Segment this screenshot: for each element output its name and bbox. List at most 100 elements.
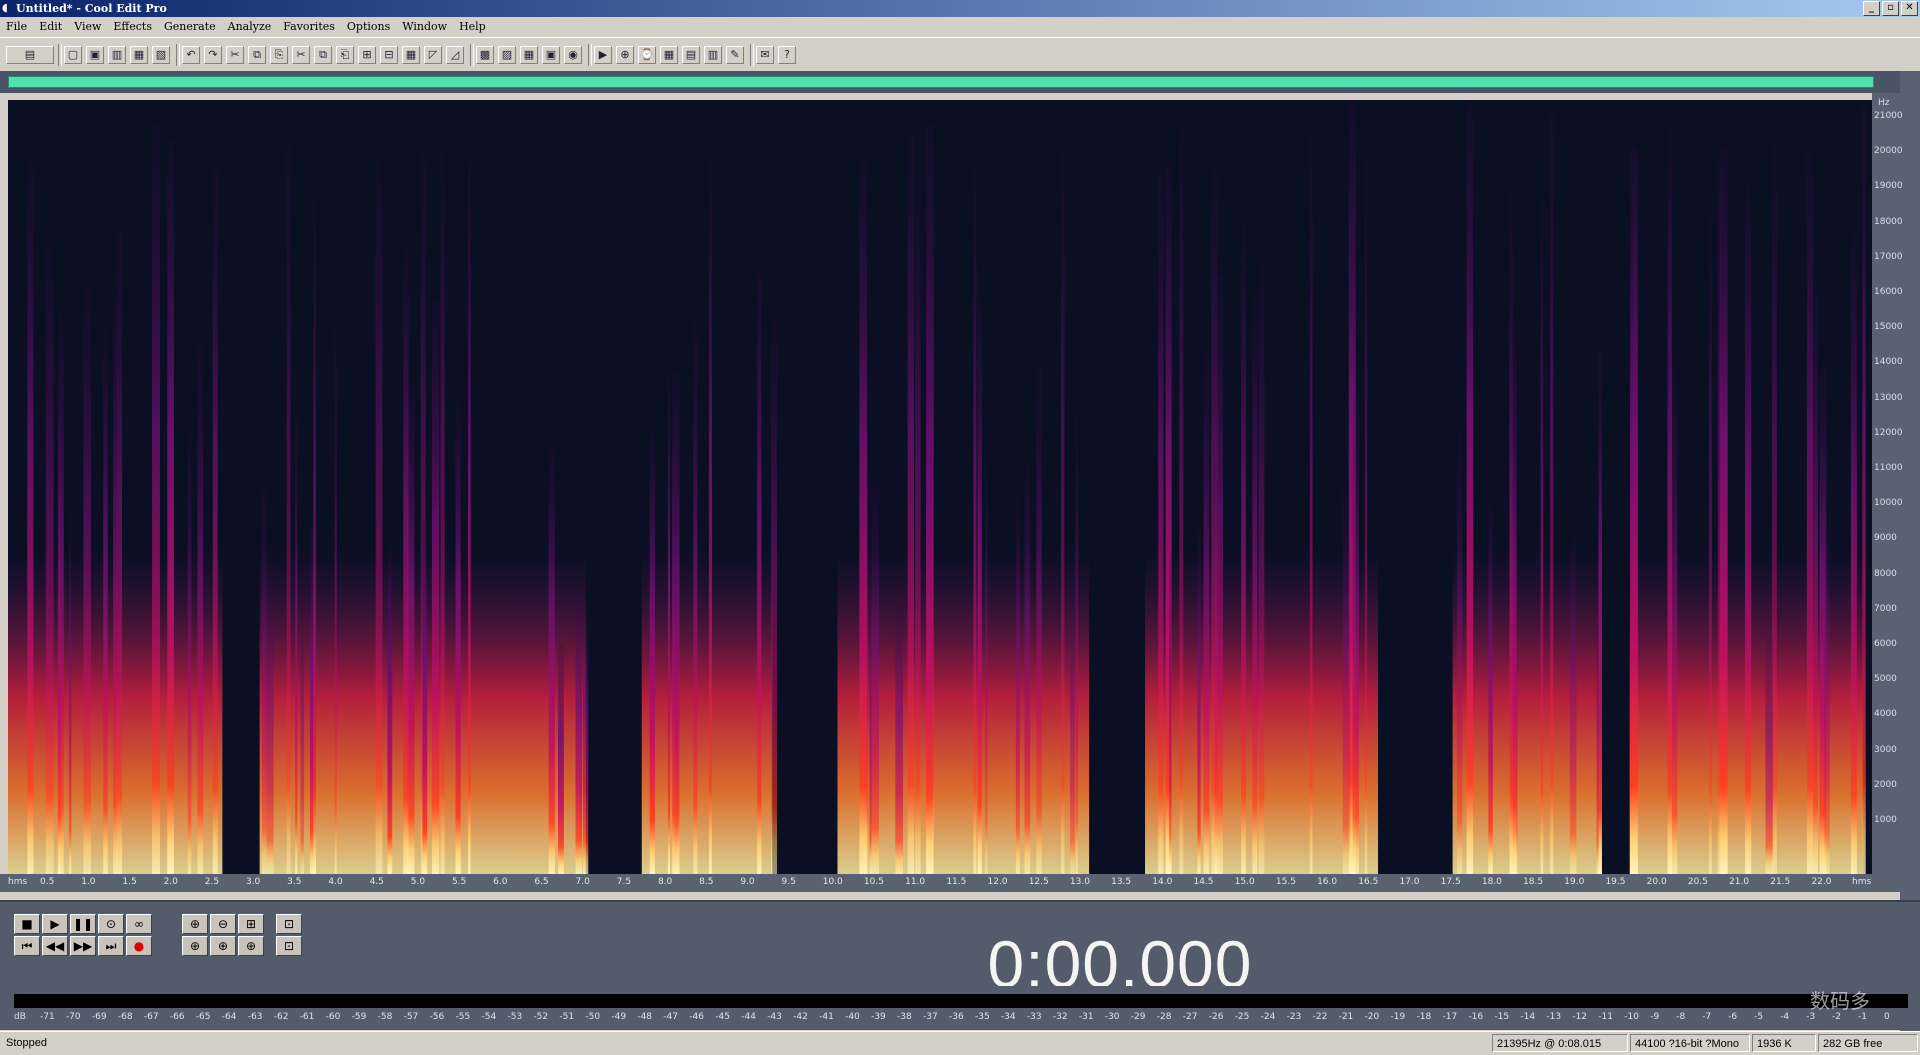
menu-help[interactable]: Help [453,17,492,36]
spectral-burst [27,161,34,874]
cut-icon[interactable]: ✂ [292,46,310,64]
menu-file[interactable]: File [0,17,33,36]
spectrogram[interactable] [8,100,1872,874]
db-tick-label: -63 [247,1012,263,1022]
transport-panel: ■ ▶ ❚❚ ⊙ ∞ ⏮ ◀◀ ▶▶ ⏭ ● ⊕ ⊖ ⊞ ⊡ ⊕ ⊕ ⊕ ⊡ 0… [0,900,1920,1001]
time-tick-label: 15.5 [1275,877,1296,887]
paste-icon[interactable]: ⎗ [336,46,354,64]
freq-unit: Hz [1878,98,1890,108]
db-tick-label: -42 [793,1012,808,1022]
zoom-selection-icon[interactable]: ⊕ [238,936,264,956]
close-icon[interactable]: ▧ [152,46,170,64]
spectrum-icon[interactable]: ▤ [682,46,700,64]
fade-icon[interactable]: ◿ [446,46,464,64]
time-tick-label: 16.5 [1358,877,1379,887]
menu-options[interactable]: Options [341,17,396,36]
grid-icon[interactable]: ▦ [660,46,678,64]
cd-icon[interactable]: ◉ [564,46,582,64]
time-tick-label: 17.0 [1399,877,1420,887]
menu-generate[interactable]: Generate [158,17,222,36]
save-icon[interactable]: ▥ [108,46,126,64]
db-tick-label: -60 [325,1012,341,1022]
freq-tick-label: 12000 [1874,427,1903,438]
rewind-button[interactable]: ◀◀ [42,936,68,956]
zoom-icon[interactable]: ⊕ [616,46,634,64]
spectral-burst [1036,360,1042,874]
menu-edit[interactable]: Edit [33,17,68,36]
menu-view[interactable]: View [68,17,107,36]
trim-icon[interactable]: ⊟ [380,46,398,64]
maximize-button[interactable]: ▫ [1882,1,1899,16]
spectral-burst [693,321,698,874]
zero-icon[interactable]: ▦ [402,46,420,64]
freq-tick-label: 15000 [1874,322,1903,333]
zoom-full-icon[interactable]: ⊞ [238,914,264,934]
close-button[interactable]: ✕ [1901,1,1918,16]
spectral-burst [1197,527,1201,874]
db-tick-label: -45 [715,1012,730,1022]
go-start-button[interactable]: ⏮ [14,936,40,956]
minimize-button[interactable]: _ [1863,1,1880,16]
db-tick-label: -8 [1676,1012,1686,1022]
menu-favorites[interactable]: Favorites [277,17,341,36]
spectral-view[interactable] [8,100,1872,874]
db-tick-label: -69 [91,1012,107,1022]
zoom-left-icon[interactable]: ⊕ [182,936,208,956]
menu-bar: File Edit View Effects Generate Analyze … [0,17,1920,36]
menu-window[interactable]: Window [396,17,453,36]
undo-icon[interactable]: ↶ [182,46,200,64]
db-tick-label: -36 [949,1012,964,1022]
waveform-view-icon[interactable]: ▤ [6,46,54,64]
play-button[interactable]: ▶ [42,914,68,934]
record-button[interactable]: ● [126,936,152,956]
time-tick-label: 14.0 [1152,877,1173,887]
tools-icon[interactable]: ✎ [726,46,744,64]
help-icon[interactable]: ? [778,46,796,64]
freq-tick-label: 8000 [1874,568,1897,579]
zoom-in-icon[interactable]: ⊕ [182,914,208,934]
waveform-overview[interactable] [8,76,1874,88]
mix-paste-icon[interactable]: ⊞ [358,46,376,64]
time-icon[interactable]: ⌚ [638,46,656,64]
stop-button[interactable]: ■ [14,914,40,934]
spectral-burst [116,231,123,874]
db-tick-label: -5 [1754,1012,1764,1022]
db-tick-label: -67 [143,1012,159,1022]
metronome-icon[interactable]: ▣ [542,46,560,64]
levels-icon[interactable]: ▥ [704,46,722,64]
save-all-icon[interactable]: ▦ [130,46,148,64]
new-icon[interactable]: ▢ [64,46,82,64]
freq-tick-label: 5000 [1874,674,1897,685]
spectral-burst [334,317,337,874]
spectral-burst [152,125,160,874]
zoom-vertical-in-icon[interactable]: ⊡ [276,914,302,934]
settings-icon[interactable]: ▦ [520,46,538,64]
open-icon[interactable]: ▣ [86,46,104,64]
menu-analyze[interactable]: Analyze [222,17,278,36]
zoom-vertical-out-icon[interactable]: ⊡ [276,936,302,956]
play-icon[interactable]: ▶ [594,46,612,64]
zoom-out-icon[interactable]: ⊖ [210,914,236,934]
noise-icon[interactable]: ▩ [476,46,494,64]
copy-new-icon[interactable]: ⧉ [248,46,266,64]
redo-icon[interactable]: ↷ [204,46,222,64]
paste-new-icon[interactable]: ⎘ [270,46,288,64]
spectral-burst [1352,392,1360,874]
pause-button[interactable]: ❚❚ [70,914,96,934]
time-tick-label: 10.0 [822,877,843,887]
amplify-icon[interactable]: ▨ [498,46,516,64]
frequency-axis: Hz 21000 20000 19000 18000 17000 16000 15000 14… [1872,93,1903,878]
loop-button[interactable]: ∞ [126,914,152,934]
toolbar-separator [58,44,62,66]
copy-icon[interactable]: ⧉ [314,46,332,64]
play-to-end-button[interactable]: ⊙ [98,914,124,934]
fast-forward-button[interactable]: ▶▶ [70,936,96,956]
db-tick-label: -33 [1026,1012,1042,1022]
time-ruler[interactable]: hms hms 0.5 1.0 1.5 2.0 2.5 3.0 3.5 4.0 4.5 5.0 5.… [0,874,1900,892]
menu-effects[interactable]: Effects [107,17,158,36]
go-end-button[interactable]: ⏭ [98,936,124,956]
zoom-right-icon[interactable]: ⊕ [210,936,236,956]
repeat-icon[interactable]: ✂ [226,46,244,64]
about-icon[interactable]: ✉ [756,46,774,64]
envelope-icon[interactable]: ◸ [424,46,442,64]
